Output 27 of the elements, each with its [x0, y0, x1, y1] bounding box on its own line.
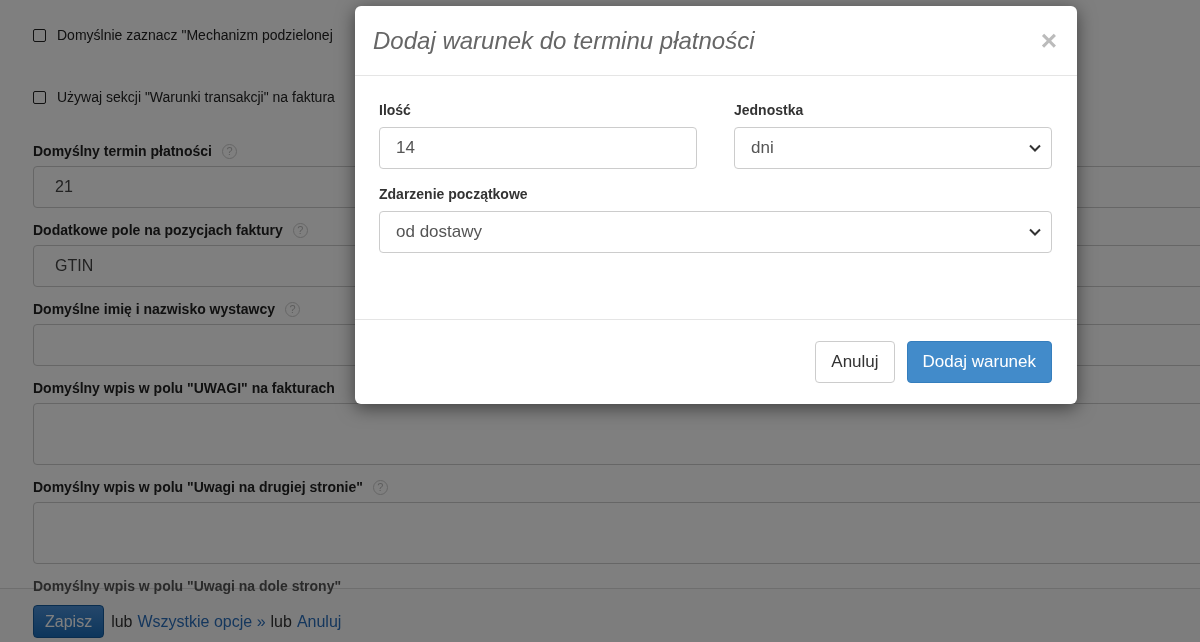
field-label: Jednostka	[734, 102, 805, 118]
save-button[interactable]: Zapisz	[33, 605, 105, 638]
field-label: Zdarzenie początkowe	[379, 186, 529, 202]
checkbox-label: Domyślnie zaznacz "Mechanizm podzielonej	[57, 27, 333, 43]
input-field[interactable]: 14	[379, 127, 697, 169]
separator-text: lub	[270, 612, 292, 632]
field-label: Domyślny termin płatności	[33, 143, 212, 159]
checkbox[interactable]	[33, 28, 46, 42]
footer-link[interactable]: Wszystkie opcje »	[137, 605, 266, 638]
dialog-title: Dodaj warunek do terminu płatności	[373, 26, 755, 55]
field-label: Domyślny wpis w polu "Uwagi na dole strony"	[33, 578, 342, 594]
close-button[interactable]: ×	[1040, 26, 1057, 55]
checkbox-label: Używaj sekcji "Warunki transakcji" na faktura	[57, 89, 335, 105]
chevron-down-icon	[1029, 144, 1041, 152]
checkbox[interactable]	[33, 90, 46, 104]
chevron-down-icon	[1029, 228, 1041, 236]
cancel-button[interactable]: Anuluj	[815, 341, 895, 383]
field-label: Ilość	[379, 102, 412, 118]
select-field[interactable]: dni	[734, 127, 1052, 169]
field-label: Domyślny wpis w polu "Uwagi na drugiej stronie"	[33, 479, 363, 495]
field-label: Dodatkowe pole na pozycjach faktury	[33, 222, 283, 238]
select-field[interactable]: od dostawy	[379, 211, 1052, 253]
add-condition-button[interactable]: Dodaj warunek	[906, 341, 1052, 383]
field-label: Domyślne imię i nazwisko wystawcy	[33, 301, 275, 317]
footer-link[interactable]: Anuluj	[296, 605, 342, 638]
separator-text: lub	[111, 612, 133, 632]
field-label: Domyślny wpis w polu "UWAGI" na fakturach	[33, 380, 335, 396]
